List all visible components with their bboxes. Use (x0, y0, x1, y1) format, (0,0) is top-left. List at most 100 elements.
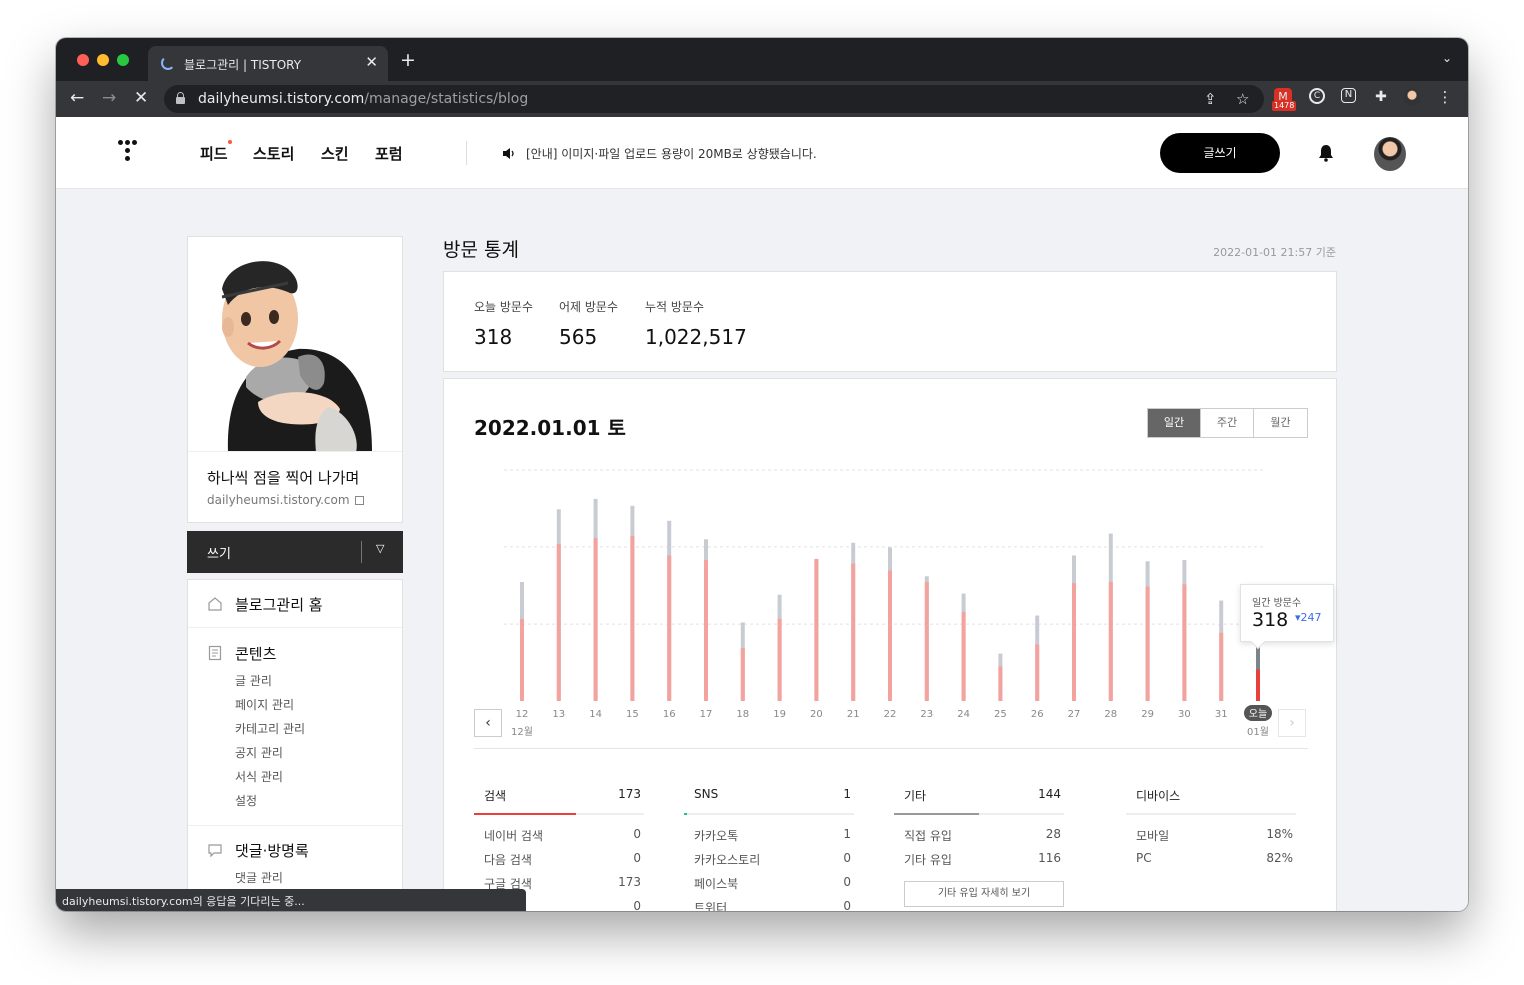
profile-avatar-icon[interactable] (1403, 88, 1421, 106)
table-row: 구글 검색 173 (484, 875, 641, 891)
notification-bell-icon[interactable] (1318, 144, 1334, 162)
menu-post-manage[interactable]: 글 관리 (235, 672, 272, 689)
nav-forum[interactable]: 포럼 (375, 143, 403, 164)
gmail-unread-badge: 1478 (1272, 101, 1297, 111)
menu-category-manage[interactable]: 카테고리 관리 (235, 720, 305, 737)
yesterday-visits-value: 565 (559, 325, 598, 349)
chart-next-button[interactable]: › (1278, 709, 1306, 737)
chart-prev-button[interactable]: ‹ (474, 709, 502, 737)
notion-extension-icon[interactable]: N (1341, 88, 1356, 103)
sns-title: SNS (694, 787, 719, 801)
browser-tab[interactable]: 블로그관리 | TISTORY ✕ (148, 46, 388, 81)
extensions-puzzle-icon[interactable]: ✚ (1372, 88, 1390, 106)
nav-skin[interactable]: 스킨 (321, 143, 349, 164)
total-visits: 누적 방문수 1,022,517 (645, 298, 747, 349)
etc-total: 144 (1038, 787, 1061, 801)
bar-unique-13 (556, 543, 561, 701)
speaker-icon (503, 148, 514, 159)
bar-unique-16 (667, 555, 672, 701)
menu-template-manage[interactable]: 서식 관리 (235, 768, 283, 785)
table-row: 직접 유입 28 (904, 827, 1061, 843)
blog-profile-card: 하나씩 점을 찍어 나가며 dailyheumsi.tistory.com (187, 236, 403, 523)
stop-loading-icon[interactable]: ✕ (134, 88, 148, 108)
tick-label-24: 24 (957, 709, 970, 720)
tistory-top-nav: 피드 스토리 스킨 포럼 [안내] 이미지·파일 업로드 용량이 20MB로 상… (56, 117, 1468, 189)
close-window-button[interactable] (77, 54, 89, 66)
blog-name[interactable]: 하나씩 점을 찍어 나가며 (207, 467, 359, 488)
tick-label-26: 26 (1031, 709, 1044, 720)
chart-divider (474, 748, 1308, 749)
visit-summary-card: 오늘 방문수 318 어제 방문수 565 누적 방문수 1,022,517 (443, 271, 1337, 372)
menu-blog-home[interactable]: 블로그관리 홈 (235, 594, 323, 615)
month-label-0: 12월 (511, 726, 533, 738)
user-avatar[interactable] (1374, 137, 1406, 171)
browser-menu-icon[interactable]: ⋮ (1436, 88, 1454, 106)
home-icon (208, 597, 222, 611)
tab-close-icon[interactable]: ✕ (365, 53, 378, 71)
loading-spinner-icon (161, 56, 175, 70)
menu-contents-title[interactable]: 콘텐츠 (235, 643, 276, 664)
tick-label-27: 27 (1068, 709, 1081, 720)
bar-unique-30 (1182, 584, 1187, 701)
notice-text[interactable]: [안내] 이미지·파일 업로드 용량이 20MB로 상향됐습니다. (526, 145, 817, 162)
blog-url-link[interactable]: dailyheumsi.tistory.com (207, 493, 364, 507)
table-row: 기타 유입 116 (904, 851, 1061, 867)
minimize-window-button[interactable] (97, 54, 109, 66)
bar-unique-21 (851, 563, 856, 701)
visit-chart-card: 2022.01.01 토 일간 주간 월간 12 13 14 15 16 17 18 19 20… (443, 378, 1337, 911)
bar-unique-17 (704, 560, 708, 701)
share-icon[interactable]: ⇪ (1204, 90, 1217, 108)
maximize-window-button[interactable] (117, 54, 129, 66)
total-visits-value: 1,022,517 (645, 325, 747, 349)
bar-unique-27 (1072, 583, 1076, 701)
bar-unique-25 (998, 666, 1003, 701)
tick-label-25: 25 (994, 709, 1007, 720)
write-dropdown: 쓰기 ▽ (187, 531, 403, 573)
menu-notice-manage[interactable]: 공지 관리 (235, 744, 283, 761)
bar-unique-19 (777, 618, 782, 701)
table-row: PC 82% (1136, 851, 1293, 865)
browser-window: 블로그관리 | TISTORY ✕ + ⌄ ← → ✕ dailyheumsi.… (56, 38, 1468, 911)
etc-traffic-column: 기타 144 직접 유입 28 기타 유입 116 (894, 787, 1064, 867)
tick-label-22: 22 (884, 709, 897, 720)
url-text: dailyheumsi.tistory.com/manage/statistic… (198, 91, 529, 107)
yesterday-visits: 어제 방문수 565 (559, 298, 618, 349)
chevron-down-icon[interactable]: ▽ (376, 542, 384, 555)
menu-contents-section: 콘텐츠 글 관리 페이지 관리 카테고리 관리 공지 관리 서식 관리 설정 (188, 628, 402, 826)
bar-unique-26 (1035, 644, 1040, 701)
bar-unique-20 (814, 558, 819, 701)
tick-label-28: 28 (1104, 709, 1117, 720)
tab-strip: 블로그관리 | TISTORY ✕ + ⌄ (56, 38, 1468, 81)
new-tab-button[interactable]: + (400, 49, 416, 71)
tooltip-title: 일간 방문수 (1252, 598, 1302, 609)
nav-story[interactable]: 스토리 (253, 143, 294, 164)
chart-tooltip: 일간 방문수 318 ▾247 (1240, 584, 1334, 650)
menu-comments-title[interactable]: 댓글·방명록 (235, 840, 309, 861)
tab-search-icon[interactable]: ⌄ (1442, 51, 1452, 65)
daily-visits-chart: 12 13 14 15 16 17 18 19 20 21 22 23 24 25 26 27 28 29 30 31… (504, 469, 1272, 738)
nav-feed[interactable]: 피드 (200, 143, 228, 164)
feed-new-dot (228, 140, 232, 144)
bar-unique-12 (520, 618, 524, 701)
profile-image (188, 237, 402, 452)
stats-timestamp: 2022-01-01 21:57 기준 (1213, 246, 1336, 259)
menu-comment-manage[interactable]: 댓글 관리 (235, 869, 283, 886)
table-row: 카카오스토리 0 (694, 851, 851, 867)
tick-label-15: 15 (626, 709, 639, 720)
total-visits-label: 누적 방문수 (645, 300, 705, 314)
tick-label-23: 23 (920, 709, 933, 720)
document-icon (208, 645, 222, 661)
write-post-button[interactable]: 글쓰기 (1160, 133, 1280, 173)
table-row: 다음 검색 0 (484, 851, 641, 867)
yesterday-visits-label: 어제 방문수 (559, 300, 619, 314)
back-arrow-icon[interactable]: ← (70, 88, 84, 108)
bookmark-star-icon[interactable]: ☆ (1236, 90, 1249, 108)
address-bar[interactable]: dailyheumsi.tistory.com/manage/statistic… (164, 85, 1264, 113)
forward-arrow-icon[interactable]: → (102, 88, 116, 108)
etc-detail-button[interactable]: 기타 유입 자세히 보기 (904, 881, 1064, 907)
extension-c-icon[interactable]: C (1309, 88, 1325, 104)
month-label-20: 01월 (1247, 726, 1269, 738)
menu-contents-settings[interactable]: 설정 (235, 792, 257, 809)
menu-page-manage[interactable]: 페이지 관리 (235, 696, 294, 713)
write-button[interactable]: 쓰기 (207, 543, 231, 562)
